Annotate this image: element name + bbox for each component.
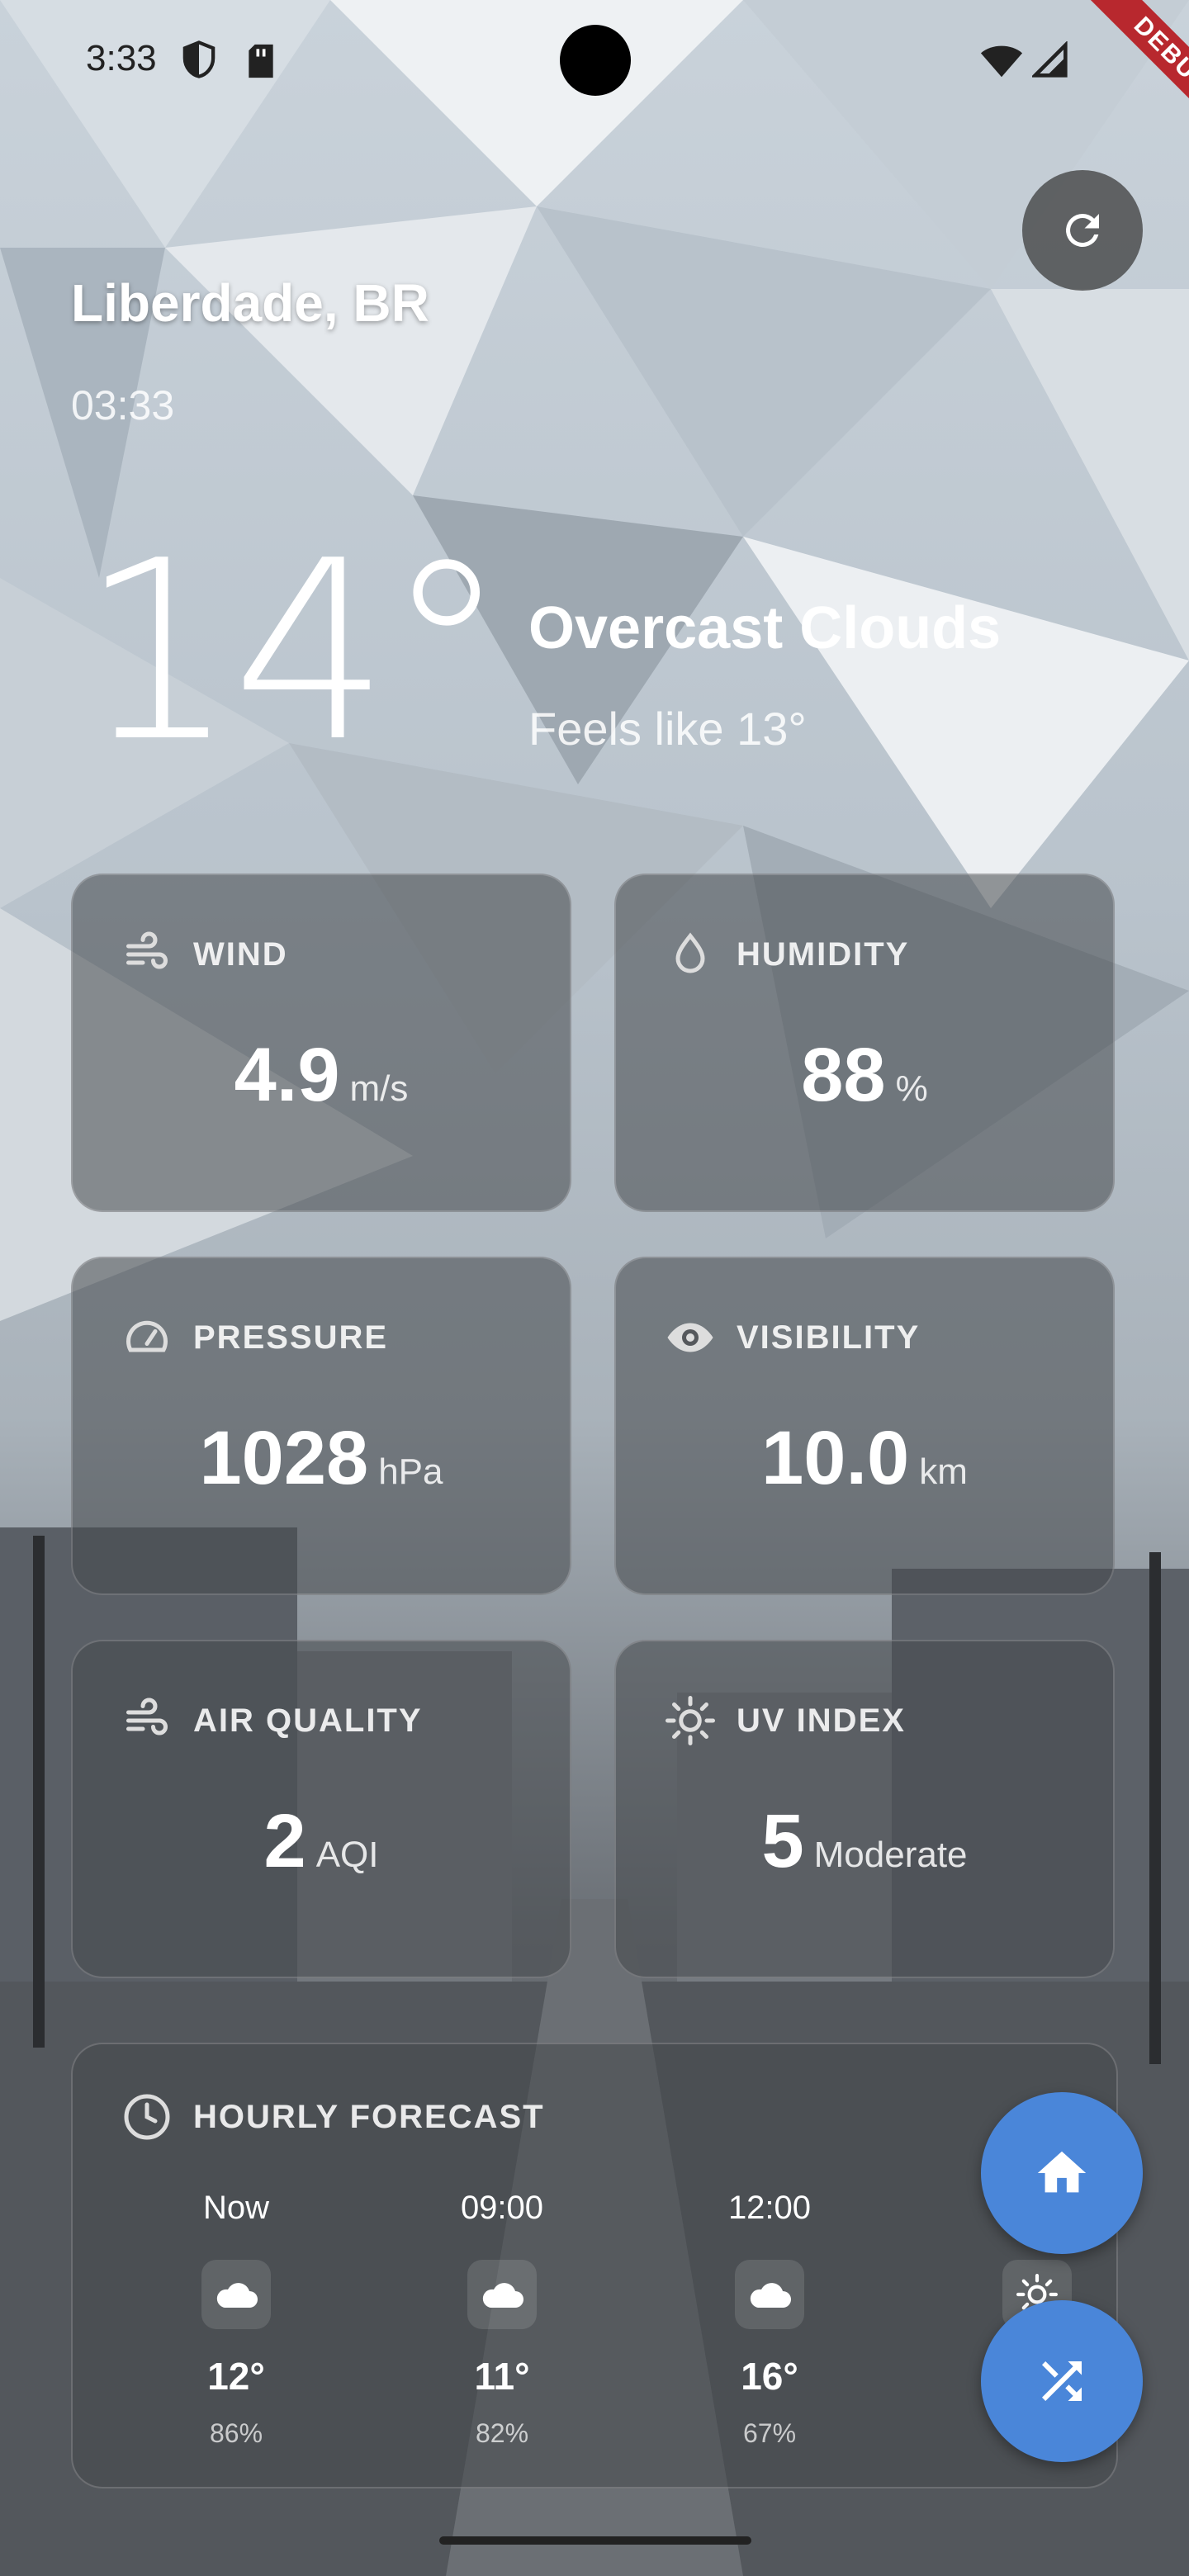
uv-index-unit: Moderate [813,1835,968,1875]
wind-card: WIND 4.9 m/s [71,874,571,1212]
visibility-label: VISIBILITY [737,1319,921,1356]
hourly-temp: 12° [207,2355,265,2398]
shuffle-icon [1042,2361,1082,2401]
hourly-forecast-card: HOURLY FORECAST Now 12° 86% 09:00 11° 82… [71,2043,1118,2488]
gesture-bar[interactable] [439,2536,751,2545]
pressure-value: 1028 [199,1416,369,1500]
feels-like: Feels like 13° [528,703,807,755]
cloud-icon [735,2260,804,2329]
current-temperature: 14° [79,508,509,796]
wind-icon [126,1698,168,1735]
hourly-forecast-label: HOURLY FORECAST [193,2098,545,2135]
water-drop-icon [675,932,705,973]
weather-condition: Overcast Clouds [528,595,1002,661]
camera-cutout [560,25,631,96]
shield-icon [182,40,216,78]
hourly-item: 12:00 16° 67% [687,2190,852,2449]
humidity-unit: % [895,1068,928,1109]
status-time: 3:33 [86,38,157,78]
gauge-icon [126,1320,168,1352]
air-quality-unit: AQI [315,1835,379,1875]
humidity-label: HUMIDITY [737,935,910,973]
refresh-icon [1066,214,1099,247]
air-quality-label: AIR QUALITY [193,1702,423,1739]
visibility-card: VISIBILITY 10.0 km [614,1257,1115,1595]
wind-icon [126,931,168,969]
hourly-item: Now 12° 86% [154,2190,319,2449]
shuffle-button[interactable] [981,2300,1143,2462]
hourly-temp: 11° [474,2355,530,2398]
refresh-button[interactable] [1022,170,1143,291]
pressure-label: PRESSURE [193,1319,389,1356]
home-button[interactable] [981,2092,1143,2254]
uv-index-value: 5 [761,1799,804,1883]
debug-banner: DEBUG [1032,0,1189,157]
humidity-value: 88 [801,1033,886,1117]
clock-icon [124,2094,170,2140]
wifi-icon [980,45,1023,78]
home-icon [1037,2151,1087,2193]
debug-banner-label: DEBUG [1083,0,1189,145]
wind-unit: m/s [349,1068,409,1109]
pressure-unit: hPa [378,1451,443,1492]
location-title: Liberdade, BR [71,273,429,333]
wind-label: WIND [193,935,288,973]
uv-index-card: UV INDEX 5 Moderate [614,1640,1115,1978]
uv-index-label: UV INDEX [737,1702,906,1739]
hourly-time: 12:00 [727,2190,812,2226]
hourly-temp: 16° [741,2355,798,2398]
pressure-card: PRESSURE 1028 hPa [71,1257,571,1595]
humidity-card: HUMIDITY 88% [614,874,1115,1212]
cloud-icon [467,2260,537,2329]
hourly-humidity: 86% [209,2418,263,2448]
visibility-value: 10.0 [761,1416,910,1500]
hourly-time: 09:00 [460,2190,544,2226]
sd-card-icon [249,44,273,78]
hourly-time: Now [202,2190,270,2226]
cloud-icon [201,2260,271,2329]
eye-icon [667,1323,713,1352]
visibility-unit: km [919,1451,968,1492]
hourly-item: 09:00 11° 82% [419,2190,585,2449]
hourly-humidity: 82% [475,2418,529,2448]
air-quality-card: AIR QUALITY 2 AQI [71,1640,571,1978]
air-quality-value: 2 [263,1799,306,1883]
wind-value: 4.9 [234,1033,340,1117]
sun-icon [666,1696,715,1745]
local-time: 03:33 [71,382,175,429]
hourly-humidity: 67% [742,2418,797,2448]
